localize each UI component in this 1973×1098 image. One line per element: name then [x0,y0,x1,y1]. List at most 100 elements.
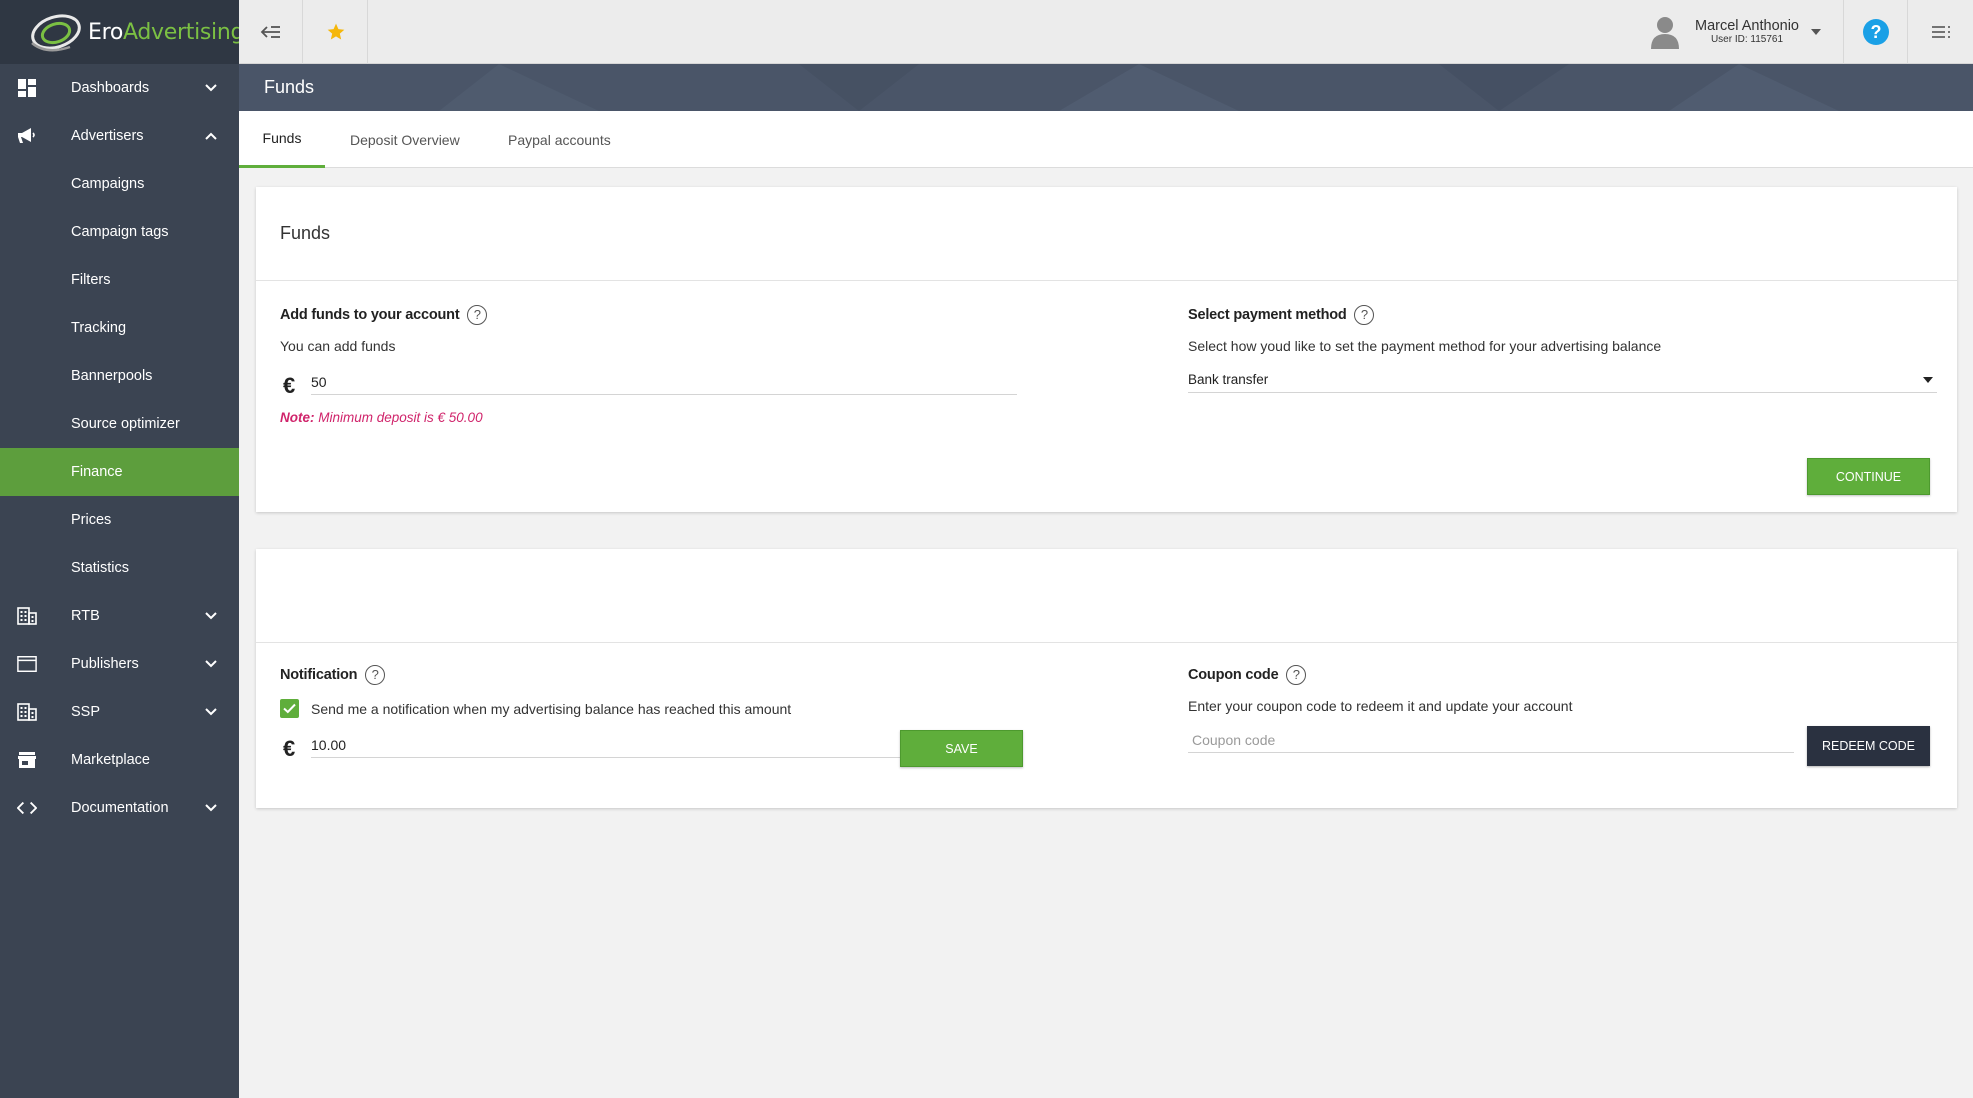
building-icon [17,606,37,626]
tab-bar: Funds Deposit Overview Paypal accounts [239,111,1973,168]
coupon-description: Enter your coupon code to redeem it and … [1188,698,1573,714]
sidebar-item-prices[interactable]: Prices [0,496,239,544]
minimum-deposit-note: Note: Minimum deposit is € 50.00 [280,410,483,425]
sidebar-item-label: Prices [71,512,112,528]
logo-swirl-icon [26,9,86,55]
save-button[interactable]: SAVE [900,730,1023,767]
checkmark-icon [283,703,296,714]
sidebar-item-finance[interactable]: Finance [0,448,239,496]
notification-amount-input[interactable]: 10.00 [311,734,945,758]
help-circle-icon[interactable]: ? [1354,305,1375,325]
payment-method-label: Select payment method [1188,306,1347,323]
euro-icon: € [283,736,296,761]
notification-coupon-card: Notification ? Send me a notification wh… [256,549,1957,808]
sidebar-item-filters[interactable]: Filters [0,256,239,304]
sidebar-item-label: Tracking [71,320,127,336]
sidebar-item-label: Dashboards [71,80,150,96]
chevron-down-icon [205,708,217,716]
sidebar-item-label: Advertisers [71,128,144,144]
caret-down-icon [1810,29,1821,35]
card-title: Funds [256,187,1957,281]
help-circle-icon[interactable]: ? [467,305,488,325]
help-button[interactable]: ? [1844,0,1908,64]
collapse-menu-icon [260,26,280,38]
chevron-down-icon [205,660,217,668]
notification-checkbox-row[interactable]: Send me a notification when my advertisi… [280,699,791,718]
collapse-sidebar-button[interactable] [239,0,303,64]
logo-text: EroAdvertising [88,19,245,45]
dashboard-icon [17,78,37,98]
user-menu[interactable]: Marcel Anthonio User ID: 115761 [1649,0,1821,64]
continue-button[interactable]: CONTINUE [1807,458,1930,495]
user-id: User ID: 115761 [1710,34,1784,46]
add-funds-label: Add funds to your account [280,306,460,323]
sidebar-item-label: Finance [71,464,123,480]
caret-down-icon [1923,377,1933,383]
sidebar-item-ssp[interactable]: SSP [0,688,239,736]
sidebar-item-bannerpools[interactable]: Bannerpools [0,352,239,400]
card-head-empty [256,549,1957,643]
add-funds-heading: Add funds to your account ? [280,305,488,325]
tab-paypal-accounts[interactable]: Paypal accounts [508,111,611,168]
page-title: Funds [264,77,315,97]
chevron-up-icon [205,132,217,140]
chevron-down-icon [205,612,217,620]
sidebar-item-label: Source optimizer [71,416,180,432]
header-pattern [439,64,1839,111]
help-icon: ? [1862,19,1889,45]
favorites-button[interactable] [304,0,368,64]
help-circle-icon[interactable]: ? [1286,665,1307,685]
sidebar-nav: Dashboards Advertisers Campaigns Campaig… [0,64,239,832]
sidebar-item-label: Documentation [71,800,169,816]
sidebar-item-statistics[interactable]: Statistics [0,544,239,592]
sidebar-item-campaign-tags[interactable]: Campaign tags [0,208,239,256]
code-icon [17,798,37,818]
menu-button[interactable] [1909,0,1973,64]
logo[interactable]: EroAdvertising [0,0,244,64]
notification-heading: Notification ? [280,665,386,685]
user-info: Marcel Anthonio User ID: 115761 [1695,19,1799,46]
topbar: Marcel Anthonio User ID: 115761 ? [239,0,1973,64]
coupon-heading: Coupon code ? [1188,665,1307,685]
payment-method-select[interactable]: Bank transfer [1188,369,1937,393]
add-funds-description: You can add funds [280,338,396,354]
page-header: Funds [239,64,1973,111]
chevron-down-icon [205,804,217,812]
notification-checkbox[interactable] [280,699,299,718]
sidebar-item-advertisers[interactable]: Advertisers [0,112,239,160]
sidebar-item-rtb[interactable]: RTB [0,592,239,640]
help-circle-icon[interactable]: ? [365,665,386,685]
sidebar-item-publishers[interactable]: Publishers [0,640,239,688]
sidebar-item-label: Campaigns [71,176,145,192]
sidebar-item-label: Campaign tags [71,224,169,240]
euro-icon: € [283,373,296,398]
megaphone-icon [17,126,37,146]
sidebar-item-marketplace[interactable]: Marketplace [0,736,239,784]
sidebar-item-documentation[interactable]: Documentation [0,784,239,832]
sidebar-item-label: Publishers [71,656,139,672]
sidebar-item-tracking[interactable]: Tracking [0,304,239,352]
avatar [1649,15,1681,49]
sidebar-item-label: Bannerpools [71,368,153,384]
store-icon [17,750,37,770]
sidebar-item-label: Filters [71,272,111,288]
payment-method-heading: Select payment method ? [1188,305,1375,325]
funds-amount-input[interactable]: 50 [311,371,1017,395]
redeem-code-button[interactable]: REDEEM CODE [1807,726,1930,766]
payment-method-value: Bank transfer [1188,372,1269,387]
sidebar-item-label: SSP [71,704,101,720]
tab-deposit-overview[interactable]: Deposit Overview [350,111,460,168]
sidebar: EroAdvertising Dashboards Advertisers Ca… [0,0,244,1098]
note-text: Minimum deposit is € 50.00 [314,410,483,425]
coupon-code-input[interactable]: Coupon code [1188,729,1794,753]
payment-method-description: Select how youd like to set the payment … [1188,338,1662,354]
tab-funds[interactable]: Funds [239,111,325,168]
sidebar-item-dashboards[interactable]: Dashboards [0,64,239,112]
sidebar-item-source-optimizer[interactable]: Source optimizer [0,400,239,448]
sidebar-item-label: Marketplace [71,752,150,768]
sidebar-item-campaigns[interactable]: Campaigns [0,160,239,208]
svg-text:?: ? [1870,22,1881,42]
sidebar-item-label: RTB [71,608,100,624]
notification-checkbox-label: Send me a notification when my advertisi… [311,700,792,717]
star-icon [327,23,344,40]
